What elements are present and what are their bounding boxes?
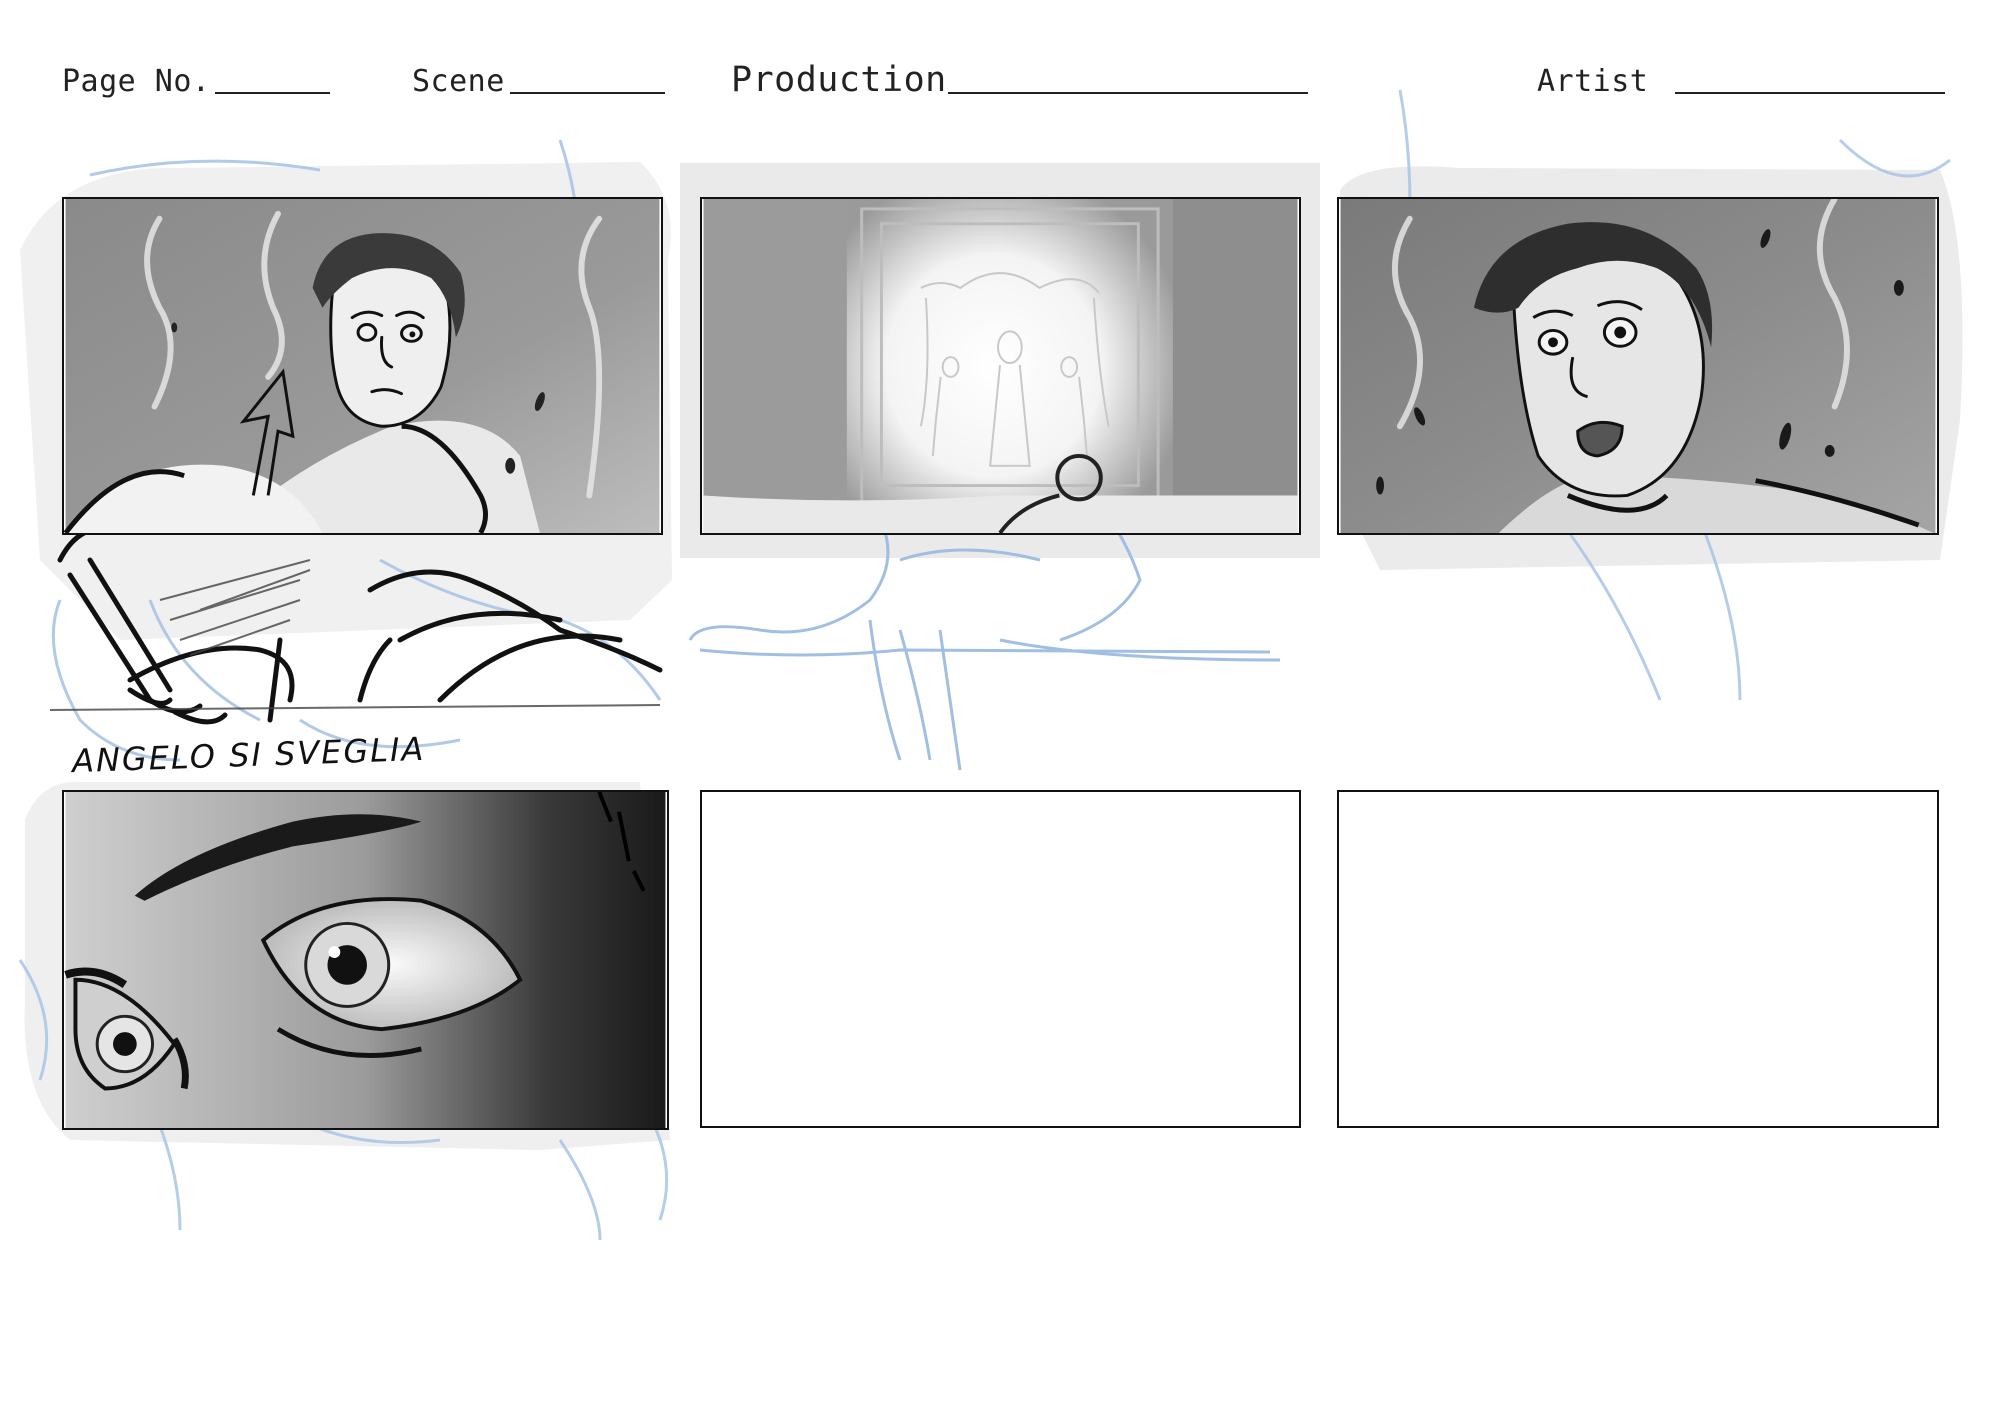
artist-label: Artist <box>1537 64 1649 99</box>
panel-3-drawing <box>1340 199 1936 533</box>
storyboard-panel-2[interactable] <box>700 197 1301 535</box>
panel-4-drawing <box>64 792 666 1128</box>
panel-1-caption: ANGELO SI SVEGLIA <box>71 729 426 781</box>
storyboard-panel-1[interactable] <box>62 197 663 535</box>
page-number-label: Page No. <box>62 64 211 99</box>
storyboard-panel-6[interactable] <box>1337 790 1939 1128</box>
production-field[interactable] <box>948 92 1308 94</box>
scene-field[interactable] <box>510 92 665 94</box>
panel-1-drawing <box>64 199 660 533</box>
production-label: Production <box>731 60 947 100</box>
storyboard-panel-4[interactable] <box>62 790 669 1130</box>
storyboard-panel-5[interactable] <box>700 790 1301 1128</box>
artist-field[interactable] <box>1675 92 1945 94</box>
panel-2-drawing <box>703 199 1298 533</box>
storyboard-panel-3[interactable] <box>1337 197 1939 535</box>
scene-label: Scene <box>412 64 505 99</box>
page-number-field[interactable] <box>215 92 330 94</box>
